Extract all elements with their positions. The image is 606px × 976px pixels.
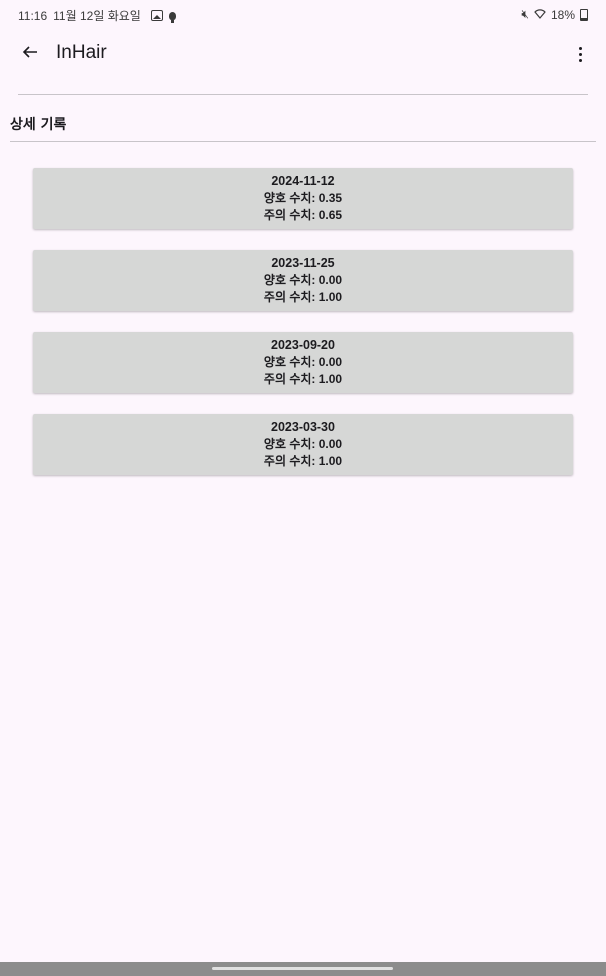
- record-card[interactable]: 2024-11-12 양호 수치: 0.35 주의 수치: 0.65: [33, 168, 573, 229]
- divider: [18, 94, 588, 95]
- record-caution-value: 주의 수치: 1.00: [263, 454, 343, 468]
- more-vert-icon-dot: [578, 58, 582, 62]
- record-caution-value: 주의 수치: 1.00: [263, 372, 343, 386]
- record-card[interactable]: 2023-03-30 양호 수치: 0.00 주의 수치: 1.00: [33, 414, 573, 475]
- section-divider: [10, 141, 596, 142]
- record-date: 2023-09-20: [271, 338, 335, 352]
- record-date: 2023-03-30: [271, 420, 335, 434]
- status-date: 11월 12일 화요일: [53, 9, 141, 23]
- status-bar: 11:16 11월 12일 화요일 🔇︎ 18%: [0, 0, 606, 26]
- back-button[interactable]: [18, 40, 42, 64]
- status-time: 11:16: [18, 8, 48, 23]
- more-vert-icon-dot: [578, 52, 582, 56]
- record-good-value: 양호 수치: 0.00: [263, 437, 343, 451]
- record-date: 2024-11-12: [271, 174, 335, 188]
- gallery-icon: [150, 10, 163, 21]
- more-options-button[interactable]: [568, 42, 592, 66]
- wifi-icon: [534, 8, 546, 22]
- record-card[interactable]: 2023-09-20 양호 수치: 0.00 주의 수치: 1.00: [33, 332, 573, 393]
- arrow-back-icon: [22, 46, 37, 58]
- home-gesture-handle[interactable]: [212, 967, 393, 970]
- status-right: 🔇︎ 18%: [521, 7, 588, 22]
- mute-icon: 🔇︎: [521, 7, 529, 21]
- record-good-value: 양호 수치: 0.00: [263, 355, 343, 369]
- bulb-icon: [168, 11, 176, 23]
- app-bar: InHair: [0, 30, 606, 76]
- status-left: 11:16 11월 12일 화요일: [18, 7, 176, 24]
- record-good-value: 양호 수치: 0.00: [263, 273, 343, 287]
- section-title: 상세 기록: [10, 117, 67, 133]
- records-list: 2024-11-12 양호 수치: 0.35 주의 수치: 0.65 2023-…: [33, 168, 573, 496]
- battery-icon: [580, 8, 588, 21]
- record-card[interactable]: 2023-11-25 양호 수치: 0.00 주의 수치: 1.00: [33, 250, 573, 311]
- more-vert-icon-dot: [578, 46, 582, 50]
- navigation-bar: [0, 962, 606, 976]
- app-title: InHair: [56, 42, 107, 63]
- record-caution-value: 주의 수치: 1.00: [263, 290, 343, 304]
- record-date: 2023-11-25: [271, 256, 335, 270]
- record-caution-value: 주의 수치: 0.65: [263, 208, 343, 222]
- battery-percent: 18%: [550, 7, 575, 22]
- record-good-value: 양호 수치: 0.35: [263, 191, 343, 205]
